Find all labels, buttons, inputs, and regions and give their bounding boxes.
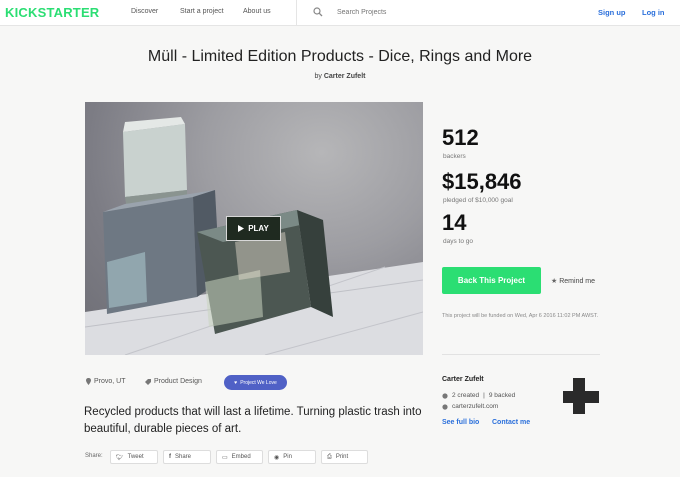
star-icon: ★ <box>551 278 558 285</box>
facebook-share-button[interactable]: f Share <box>163 450 211 464</box>
location-link[interactable]: Provo, UT <box>86 378 126 385</box>
category-link[interactable]: Product Design <box>145 378 202 385</box>
stats-separator: | <box>483 392 485 399</box>
share-label: Share: <box>85 453 103 459</box>
top-nav: KICKSTARTER Discover Start a project Abo… <box>0 0 680 26</box>
sidebar-divider <box>442 354 600 355</box>
nav-start-project[interactable]: Start a project <box>180 8 224 15</box>
embed-icon: ▭ <box>222 454 228 461</box>
sign-up-link[interactable]: Sign up <box>598 8 626 17</box>
twitter-icon: 🐦︎ <box>116 454 124 461</box>
creator-name[interactable]: Carter Zufelt <box>442 376 484 383</box>
see-full-bio-link[interactable]: See full bio <box>442 419 479 426</box>
creator-website[interactable]: carterzufelt.com <box>442 403 498 410</box>
pinterest-icon: ◉ <box>274 454 280 461</box>
nav-divider <box>296 0 297 26</box>
badge-label: Project We Love <box>240 379 277 386</box>
tweet-button[interactable]: 🐦︎ Tweet <box>110 450 158 464</box>
project-we-love-badge[interactable]: ♥ Project We Love <box>224 375 287 390</box>
kickstarter-logo[interactable]: KICKSTARTER <box>5 5 99 20</box>
created-count: 2 created <box>452 392 480 399</box>
remind-me-label: Remind me <box>559 278 596 285</box>
print-button[interactable]: ⎙ Print <box>321 450 368 464</box>
remind-me-button[interactable]: ★ Remind me <box>551 277 595 285</box>
play-video-button[interactable]: PLAY <box>226 216 281 241</box>
play-label: PLAY <box>248 224 269 233</box>
heart-icon: ♥ <box>234 379 238 386</box>
days-label: days to go <box>443 238 473 245</box>
log-in-link[interactable]: Log in <box>642 8 665 17</box>
location-pin-icon <box>86 378 91 385</box>
project-blurb: Recycled products that will last a lifet… <box>84 406 422 435</box>
embed-label: Embed <box>231 454 251 460</box>
nav-discover[interactable]: Discover <box>131 8 158 15</box>
byline: by Carter Zufelt <box>0 73 680 80</box>
share-button-label: Share <box>175 454 192 460</box>
backed-count: 9 backed <box>488 392 516 399</box>
search-icon[interactable] <box>313 7 323 17</box>
tweet-label: Tweet <box>127 454 144 460</box>
creator-link[interactable]: Carter Zufelt <box>324 73 366 80</box>
location-label: Provo, UT <box>94 378 126 385</box>
category-label: Product Design <box>154 378 202 385</box>
byline-prefix: by <box>314 73 322 80</box>
back-project-button[interactable]: Back This Project <box>442 267 541 294</box>
pin-label: Pin <box>283 454 292 460</box>
search-input[interactable] <box>337 6 447 19</box>
backers-count: 512 <box>442 125 479 150</box>
print-label: Print <box>335 454 349 460</box>
pledged-label: pledged of $10,000 goal <box>443 197 513 204</box>
project-title: Müll - Limited Edition Products - Dice, … <box>147 48 533 65</box>
tag-icon <box>145 378 151 385</box>
facebook-icon: f <box>169 454 171 460</box>
creator-stats: 2 created | 9 backed <box>442 392 515 399</box>
print-icon: ⎙ <box>327 453 332 460</box>
contact-me-link[interactable]: Contact me <box>492 419 530 426</box>
funding-note: This project will be funded on Wed, Apr … <box>442 313 599 319</box>
creator-stats-icon <box>442 392 448 399</box>
backers-label: backers <box>443 153 466 160</box>
website-label: carterzufelt.com <box>452 403 499 410</box>
creator-avatar[interactable] <box>563 378 599 414</box>
pledged-amount: $15,846 <box>442 169 522 194</box>
nav-about-us[interactable]: About us <box>243 8 271 15</box>
globe-icon <box>442 403 448 410</box>
pin-button[interactable]: ◉ Pin <box>268 450 316 464</box>
embed-button[interactable]: ▭ Embed <box>216 450 263 464</box>
play-icon <box>238 225 245 232</box>
days-count: 14 <box>442 210 467 235</box>
